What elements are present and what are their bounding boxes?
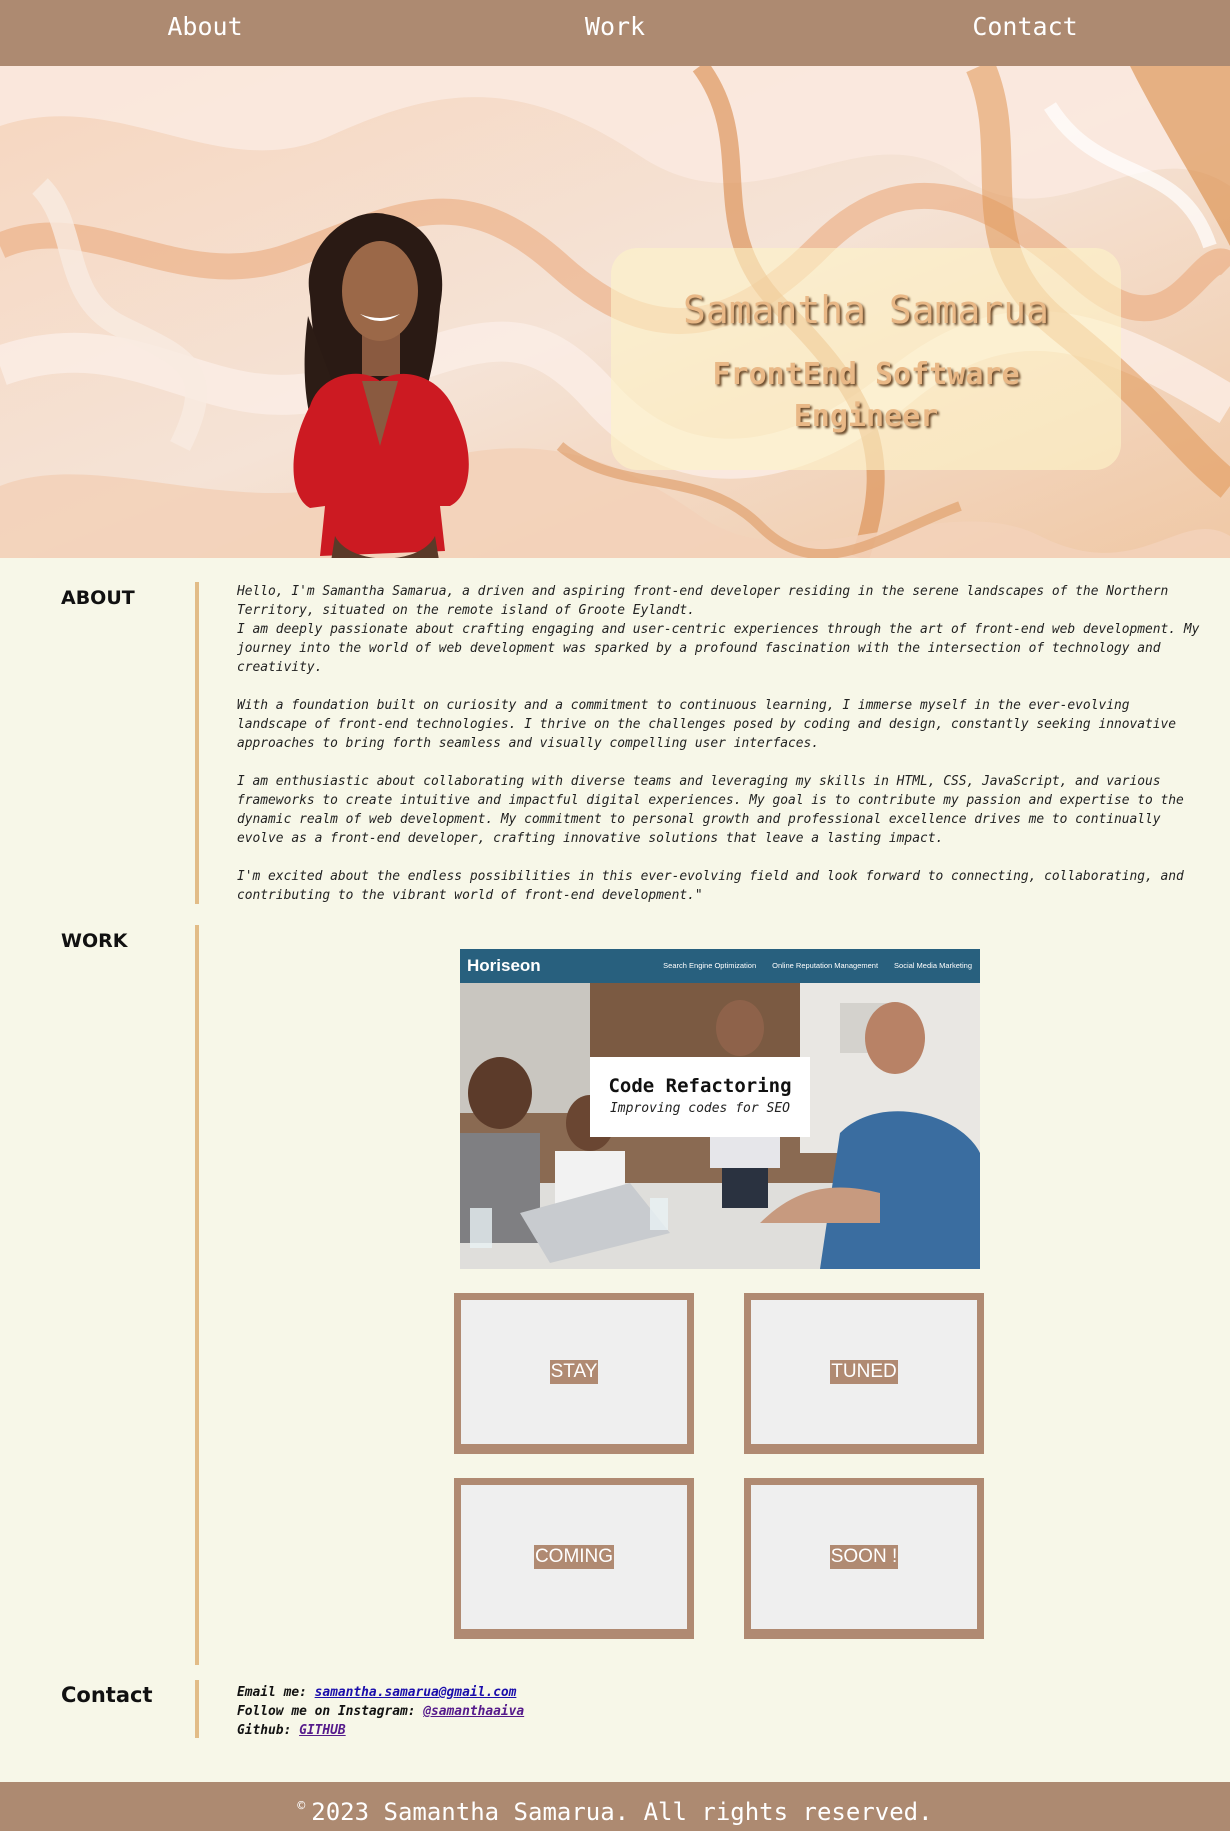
project-nav: Search Engine Optimization Online Reputa…: [663, 961, 972, 970]
hero-banner: Samantha Samarua FrontEnd Software Engin…: [0, 66, 1230, 558]
work-heading: WORK: [61, 930, 128, 952]
about-heading: ABOUT: [61, 587, 135, 609]
project-nav-item: Online Reputation Management: [772, 961, 879, 970]
placeholder-tile[interactable]: TUNED: [744, 1293, 984, 1454]
about-divider: [195, 582, 199, 904]
nav-link-contact[interactable]: Contact: [820, 0, 1230, 40]
instagram-link[interactable]: @samanthaaiva: [423, 1704, 524, 1719]
contact-section: Email me: samantha.samarua@gmail.com Fol…: [237, 1683, 524, 1740]
project-subtitle: Improving codes for SEO: [609, 1101, 790, 1116]
about-paragraph: Hello, I'm Samantha Samarua, a driven an…: [237, 584, 1200, 675]
hero-title-card: Samantha Samarua FrontEnd Software Engin…: [611, 248, 1121, 470]
work-divider: [195, 925, 199, 1665]
contact-divider: [195, 1680, 199, 1738]
tile-label: STAY: [549, 1360, 599, 1384]
about-section: Hello, I'm Samantha Samarua, a driven an…: [237, 582, 1207, 924]
placeholder-tile[interactable]: STAY: [454, 1293, 694, 1454]
project-nav-item: Social Media Marketing: [894, 961, 972, 970]
github-link[interactable]: GITHUB: [299, 1723, 346, 1738]
project-header-bar: Horiseon Search Engine Optimization Onli…: [460, 949, 980, 983]
tile-label: SOON !: [829, 1545, 899, 1569]
contact-email-label: Email me:: [237, 1685, 315, 1700]
page-footer: © 2023 Samantha Samarua. All rights reser…: [0, 1782, 1230, 1831]
contact-github-row: Github: GITHUB: [237, 1721, 524, 1740]
project-brand: Horiseon: [467, 956, 541, 975]
footer-text: 2023 Samantha Samarua. All rights reserv…: [311, 1798, 933, 1826]
contact-github-label: Github:: [237, 1723, 300, 1738]
hero-role: FrontEnd Software Engineer: [712, 357, 1020, 434]
nav-link-work[interactable]: Work: [410, 0, 820, 40]
nav-link-about[interactable]: About: [0, 0, 410, 40]
email-link[interactable]: samantha.samarua@gmail.com: [315, 1685, 517, 1700]
project-card-code-refactoring[interactable]: Horiseon Search Engine Optimization Onli…: [460, 949, 980, 1269]
placeholder-tile[interactable]: COMING: [454, 1478, 694, 1639]
contact-heading: Contact: [61, 1683, 153, 1707]
contact-instagram-row: Follow me on Instagram: @samanthaaiva: [237, 1702, 524, 1721]
top-nav: About Work Contact: [0, 0, 1230, 66]
project-nav-item: Search Engine Optimization: [663, 961, 757, 970]
contact-email-row: Email me: samantha.samarua@gmail.com: [237, 1683, 524, 1702]
placeholder-tile[interactable]: SOON !: [744, 1478, 984, 1639]
about-paragraph: With a foundation built on curiosity and…: [237, 698, 1177, 751]
about-paragraph: I am enthusiastic about collaborating wi…: [237, 774, 1184, 846]
hero-name: Samantha Samarua: [682, 288, 1050, 332]
project-title: Code Refactoring: [608, 1075, 792, 1097]
copyright-icon: ©: [297, 1799, 306, 1814]
tile-label: COMING: [533, 1545, 615, 1569]
about-paragraph: I'm excited about the endless possibilit…: [237, 869, 1184, 903]
project-title-card: Code Refactoring Improving codes for SEO: [590, 1057, 810, 1137]
tile-label: TUNED: [830, 1360, 898, 1384]
profile-photo: [293, 212, 469, 558]
contact-instagram-label: Follow me on Instagram:: [237, 1704, 424, 1719]
